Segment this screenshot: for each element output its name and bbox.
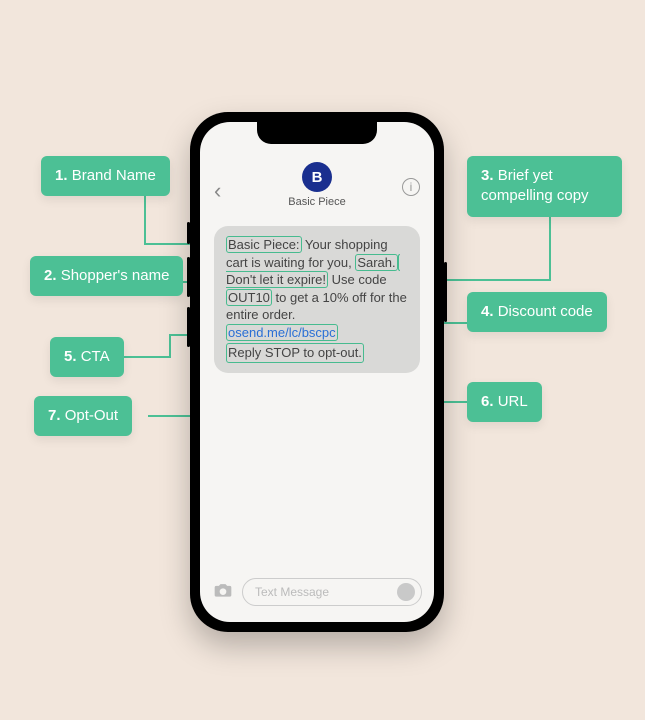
- input-placeholder: Text Message: [255, 585, 329, 599]
- contact-avatar[interactable]: B: [302, 162, 332, 192]
- callout-text: Opt-Out: [65, 407, 118, 424]
- sms-discount-code: OUT10: [226, 289, 272, 306]
- callout-number: 5.: [64, 348, 77, 365]
- callout-text: Discount code: [498, 303, 593, 320]
- phone-mockup: ‹ i B Basic Piece Basic Piece: Your shop…: [190, 112, 444, 632]
- back-chevron-icon[interactable]: ‹: [214, 178, 221, 204]
- diagram-stage: ‹ i B Basic Piece Basic Piece: Your shop…: [0, 0, 645, 720]
- callout-number: 3.: [481, 167, 494, 184]
- message-input-bar: Text Message: [212, 578, 422, 606]
- text-message-input[interactable]: Text Message: [242, 578, 422, 606]
- callout-text: Brand Name: [72, 167, 156, 184]
- phone-side-button: [187, 222, 190, 244]
- phone-side-button: [187, 307, 190, 347]
- callout-number: 1.: [55, 167, 68, 184]
- callout-brand-name: 1. Brand Name: [41, 156, 170, 196]
- callout-number: 7.: [48, 407, 61, 424]
- callout-text: Brief yet compelling copy: [481, 167, 589, 204]
- callout-shopper-name: 2. Shopper's name: [30, 256, 183, 296]
- info-icon[interactable]: i: [402, 178, 420, 196]
- contact-name: Basic Piece: [200, 196, 434, 208]
- callout-text: Shopper's name: [61, 267, 170, 284]
- callout-number: 6.: [481, 393, 494, 410]
- callout-number: 4.: [481, 303, 494, 320]
- sms-text: Use code: [328, 272, 387, 287]
- callout-cta: 5. CTA: [50, 337, 124, 377]
- camera-icon[interactable]: [212, 580, 234, 605]
- mic-icon[interactable]: [397, 583, 415, 601]
- sms-shopper-name: Sarah.: [355, 254, 397, 271]
- phone-screen: ‹ i B Basic Piece Basic Piece: Your shop…: [200, 122, 434, 622]
- callout-copy: 3. Brief yet compelling copy: [467, 156, 622, 217]
- callout-text: CTA: [81, 348, 110, 365]
- callout-number: 2.: [44, 267, 57, 284]
- phone-notch: [257, 122, 377, 144]
- phone-side-button: [187, 257, 190, 297]
- sms-url-link[interactable]: osend.me/lc/bscpc: [226, 324, 338, 341]
- callout-url: 6. URL: [467, 382, 542, 422]
- sms-message-bubble: Basic Piece: Your shopping cart is waiti…: [214, 226, 420, 373]
- callout-discount-code: 4. Discount code: [467, 292, 607, 332]
- phone-side-button: [444, 262, 447, 322]
- sms-brand-name: Basic Piece:: [226, 236, 302, 253]
- callout-text: URL: [498, 393, 528, 410]
- sms-optout: Reply STOP to opt-out.: [226, 343, 364, 363]
- callout-optout: 7. Opt-Out: [34, 396, 132, 436]
